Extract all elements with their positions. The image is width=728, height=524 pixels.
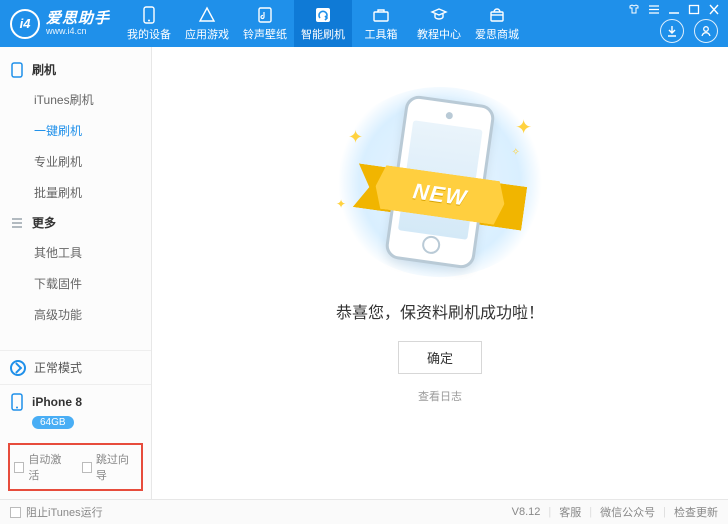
sidebar-device[interactable]: iPhone 8 64GB — [0, 384, 151, 437]
nav-mall[interactable]: 爱思商城 — [468, 0, 526, 47]
close-icon[interactable] — [708, 4, 720, 15]
checkbox-block-itunes[interactable]: 阻止iTunes运行 — [10, 504, 103, 520]
maximize-icon[interactable] — [688, 4, 700, 15]
ok-button[interactable]: 确定 — [398, 341, 482, 374]
flash-icon — [314, 6, 332, 24]
sidebar-item-advanced[interactable]: 高级功能 — [0, 299, 151, 330]
window-controls — [628, 0, 728, 15]
sidebar-group-flash[interactable]: 刷机 — [0, 55, 151, 84]
sidebar-group-more[interactable]: 更多 — [0, 208, 151, 237]
tutorial-icon — [430, 6, 448, 24]
ringtone-icon — [256, 6, 274, 24]
sidebar: 刷机 iTunes刷机 一键刷机 专业刷机 批量刷机 更多 其他工具 下载固件 … — [0, 47, 152, 499]
checkbox-auto-activate[interactable]: 自动激活 — [14, 451, 70, 483]
check-update-link[interactable]: 检查更新 — [674, 504, 718, 520]
nav-ring-wall[interactable]: 铃声壁纸 — [236, 0, 294, 47]
checkbox-icon — [10, 507, 21, 518]
titlebar: i4 爱思助手 www.i4.cn 我的设备 应用游戏 铃声壁纸 — [0, 0, 728, 47]
apps-icon — [198, 6, 216, 24]
mall-icon — [488, 6, 506, 24]
device-phone-icon — [10, 393, 24, 411]
nav-apps-games[interactable]: 应用游戏 — [178, 0, 236, 47]
download-center-button[interactable] — [660, 19, 684, 43]
device-icon — [140, 6, 158, 24]
support-link[interactable]: 客服 — [559, 504, 581, 520]
success-illustration: ✦ ✦ ✦ ✧ NEW — [330, 87, 550, 277]
checkbox-icon — [82, 462, 92, 473]
sidebar-item-other-tools[interactable]: 其他工具 — [0, 237, 151, 268]
minimize-icon[interactable] — [668, 4, 680, 15]
wechat-link[interactable]: 微信公众号 — [600, 504, 655, 520]
nav-smart-flash[interactable]: 智能刷机 — [294, 0, 352, 47]
sparkle-icon: ✧ — [512, 147, 520, 158]
main-pane: ✦ ✦ ✦ ✧ NEW 恭喜您，保资料刷机成功啦！ 确定 查看日志 — [152, 47, 728, 499]
shirt-icon[interactable] — [628, 4, 640, 15]
top-nav: 我的设备 应用游戏 铃声壁纸 智能刷机 工具箱 — [120, 0, 628, 47]
brand: i4 爱思助手 www.i4.cn — [0, 0, 120, 47]
sparkle-icon: ✦ — [336, 197, 346, 211]
nav-tutorial[interactable]: 教程中心 — [410, 0, 468, 47]
sidebar-item-itunes-flash[interactable]: iTunes刷机 — [0, 84, 151, 115]
nav-toolbox[interactable]: 工具箱 — [352, 0, 410, 47]
sidebar-item-batch-flash[interactable]: 批量刷机 — [0, 177, 151, 208]
menu-icon[interactable] — [648, 4, 660, 15]
sidebar-mode[interactable]: 正常模式 — [0, 350, 151, 384]
brand-logo-icon: i4 — [10, 9, 40, 39]
status-bar: 阻止iTunes运行 V8.12 | 客服 | 微信公众号 | 检查更新 — [0, 499, 728, 524]
account-button[interactable] — [694, 19, 718, 43]
brand-name: 爱思助手 — [46, 11, 110, 27]
phone-outline-icon — [10, 62, 26, 78]
device-name: iPhone 8 — [32, 395, 82, 409]
sidebar-item-onekey-flash[interactable]: 一键刷机 — [0, 115, 151, 146]
checkbox-icon — [14, 462, 24, 473]
success-message: 恭喜您，保资料刷机成功啦！ — [336, 299, 544, 323]
brand-url: www.i4.cn — [46, 27, 110, 36]
device-capacity-badge: 64GB — [32, 416, 74, 429]
version-label: V8.12 — [512, 506, 541, 518]
sidebar-item-download-fw[interactable]: 下载固件 — [0, 268, 151, 299]
sparkle-icon: ✦ — [348, 127, 363, 148]
sidebar-flash-options: 自动激活 跳过向导 — [8, 443, 143, 491]
mode-normal-icon — [10, 360, 26, 376]
toolbox-icon — [372, 6, 390, 24]
sidebar-item-pro-flash[interactable]: 专业刷机 — [0, 146, 151, 177]
nav-my-device[interactable]: 我的设备 — [120, 0, 178, 47]
checkbox-skip-guide[interactable]: 跳过向导 — [82, 451, 138, 483]
list-icon — [10, 216, 26, 230]
view-log-link[interactable]: 查看日志 — [418, 388, 462, 404]
sparkle-icon: ✦ — [515, 115, 532, 140]
